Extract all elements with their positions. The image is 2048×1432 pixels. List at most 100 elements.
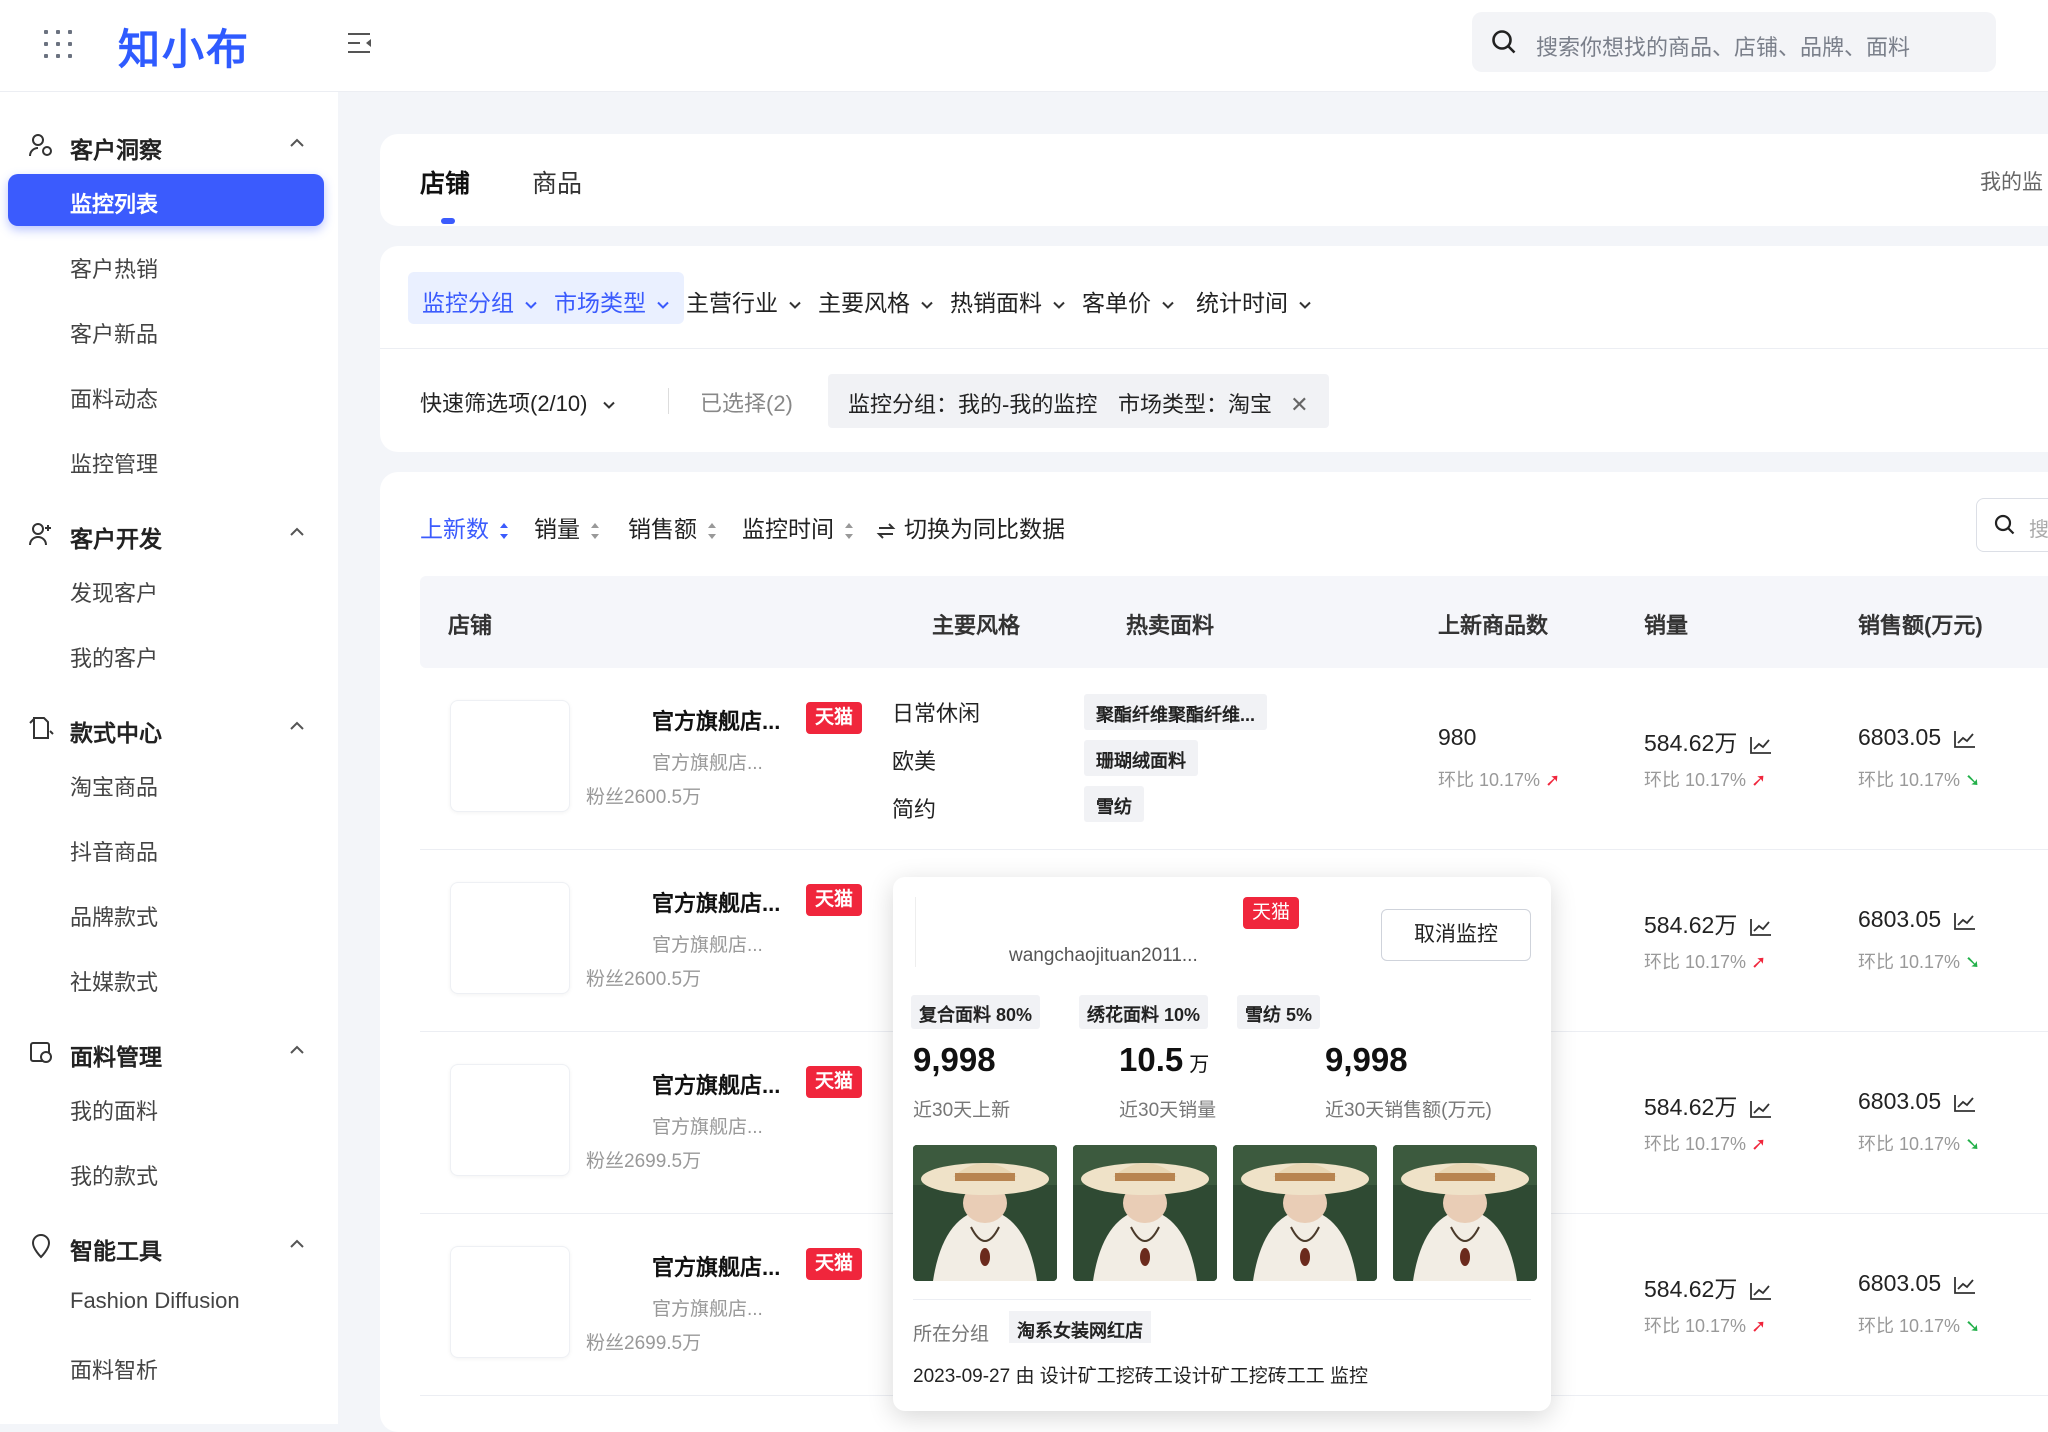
revenue-change: 环比 10.17% ➘ (1858, 766, 1980, 792)
shop-name[interactable]: 官方旗舰店... (652, 886, 780, 918)
sort-arrows-icon (708, 522, 716, 539)
change-label: 环比 10.17% (1644, 770, 1747, 790)
switch-yoy-button[interactable]: 切换为同比数据 (876, 510, 1065, 544)
filter-dropdown[interactable]: 客单价 (1068, 272, 1189, 324)
sidebar-item[interactable]: 淘宝商品 (8, 757, 324, 809)
revenue-number: 6803.05 (1858, 1270, 1942, 1296)
sidebar-item[interactable]: 我的面料 (8, 1081, 324, 1133)
shop-name[interactable]: 官方旗舰店... (652, 1068, 780, 1100)
close-icon[interactable]: ✕ (1290, 392, 1308, 417)
sidebar-group[interactable]: 面料管理 (0, 1023, 338, 1079)
shop-subtitle: 官方旗舰店... (652, 753, 763, 774)
arrow-up-icon: ➚ (1746, 770, 1767, 790)
cancel-monitor-button[interactable]: 取消监控 (1381, 909, 1531, 961)
sidebar-item[interactable]: 客户热销 (8, 239, 324, 291)
sidebar-item-label: 面料动态 (70, 387, 159, 412)
change-label: 环比 10.17% (1858, 770, 1961, 790)
sidebar-group[interactable]: 客户洞察 (0, 116, 338, 172)
trend-chart-icon[interactable] (1953, 729, 1977, 749)
sidebar-item[interactable]: 客户新品 (8, 304, 324, 356)
trend-chart-icon[interactable] (1749, 1099, 1773, 1119)
sidebar-item[interactable]: 我的款式 (8, 1146, 324, 1198)
sidebar-item[interactable]: 我的客户 (8, 628, 324, 680)
quick-filter-dropdown[interactable]: 快速筛选项(2/10) (420, 386, 616, 418)
group-label: 所在分组 (913, 1324, 990, 1345)
tab-products[interactable]: 商品 (532, 164, 582, 200)
sort-option[interactable]: 上新数 (420, 510, 511, 544)
sidebar-item[interactable]: 监控管理 (8, 434, 324, 486)
filter-dropdown[interactable]: 热销面料 (936, 272, 1080, 324)
sidebar-item[interactable]: 品牌款式 (8, 887, 324, 939)
sales-number: 584.62万 (1644, 1276, 1738, 1302)
product-image[interactable] (1073, 1145, 1217, 1281)
shop-subtitle: 官方旗舰店... (652, 935, 763, 956)
sidebar-item[interactable]: 社媒款式 (8, 952, 324, 1004)
chevron-down-icon (657, 301, 669, 309)
sidebar-group[interactable]: 智能工具 (0, 1217, 338, 1273)
sidebar-group-label: 面料管理 (70, 1044, 162, 1070)
sidebar-item[interactable]: 监控列表 (8, 174, 324, 226)
revenue-value: 6803.05 (1858, 1088, 1977, 1115)
col-revenue: 销售额(万元) (1858, 613, 1983, 638)
filter-dropdown[interactable]: 主营行业 (672, 272, 816, 324)
filter-dropdown-label: 市场类型 (554, 290, 646, 316)
tmall-badge: 天猫 (806, 1066, 862, 1098)
filter-dropdown[interactable]: 市场类型 (540, 272, 684, 324)
sidebar-item[interactable]: 面料动态 (8, 369, 324, 421)
sidebar-item[interactable]: Fashion Diffusion (8, 1275, 324, 1327)
search-icon (1492, 30, 1516, 54)
product-image[interactable] (1233, 1145, 1377, 1281)
active-tab-indicator (441, 218, 455, 224)
table-row[interactable]: 官方旗舰店... 天猫 官方旗舰店... 粉丝2600.5万 日常休闲 欧美 简约 聚酯纤维聚… (420, 668, 2048, 850)
global-search-input[interactable]: 搜索你想找的商品、店铺、品牌、面料 (1472, 12, 1996, 72)
filter-dropdown-label: 主营行业 (686, 290, 778, 316)
my-monitor-link[interactable]: 我的监 (1980, 166, 2043, 196)
revenue-value: 6803.05 (1858, 724, 1977, 751)
fans-count: 粉丝2699.5万 (586, 1151, 702, 1172)
sidebar-group-label: 客户洞察 (70, 137, 162, 163)
sort-arrows-icon (845, 522, 853, 539)
filter-dropdown-label: 热销面料 (950, 290, 1042, 316)
sidebar-item[interactable]: 面料智析 (8, 1340, 324, 1392)
chevron-up-icon (290, 1045, 304, 1054)
sidebar-item[interactable]: 抖音商品 (8, 822, 324, 874)
trend-chart-icon[interactable] (1749, 917, 1773, 937)
sidebar-item[interactable]: 发现客户 (8, 563, 324, 615)
swap-icon (876, 523, 896, 539)
sidebar-item-label: 面料智析 (70, 1358, 159, 1383)
revenue-change: 环比 10.17% ➘ (1858, 948, 1980, 974)
filter-dropdown[interactable]: 监控分组 (408, 272, 552, 324)
tmall-badge: 天猫 (806, 702, 862, 734)
product-image[interactable] (913, 1145, 1057, 1281)
shop-detail-popup: 天猫 wangchaojituan2011... 取消监控 复合面料 80% 绣… (893, 877, 1551, 1411)
sort-option[interactable]: 销量 (534, 510, 602, 544)
trend-chart-icon[interactable] (1953, 1275, 1977, 1295)
revenue-number: 6803.05 (1858, 906, 1942, 932)
sales-number: 584.62万 (1644, 1094, 1738, 1120)
sidebar-group[interactable]: 款式中心 (0, 699, 338, 755)
filter-dropdown[interactable]: 统计时间 (1182, 272, 1326, 324)
revenue-value: 6803.05 (1858, 1270, 1977, 1297)
sidebar-item-label: 客户新品 (70, 322, 159, 347)
trend-chart-icon[interactable] (1749, 735, 1773, 755)
sidebar-group[interactable]: 客户开发 (0, 505, 338, 561)
sort-option[interactable]: 监控时间 (742, 510, 856, 544)
product-image[interactable] (1393, 1145, 1537, 1281)
sort-option[interactable]: 销售额 (628, 510, 719, 544)
filter-dropdown-label: 主要风格 (818, 290, 910, 316)
collapse-menu-icon[interactable] (345, 28, 375, 58)
filter-dropdown[interactable]: 主要风格 (804, 272, 948, 324)
sidebar-group-label: 智能工具 (70, 1238, 162, 1264)
shop-subtitle: 官方旗舰店... (652, 1299, 763, 1320)
trend-chart-icon[interactable] (1953, 1093, 1977, 1113)
trend-chart-icon[interactable] (1749, 1281, 1773, 1301)
revenue-value: 6803.05 (1858, 906, 1977, 933)
fabric-tag: 聚酯纤维聚酯纤维... (1084, 694, 1268, 730)
tab-shops[interactable]: 店铺 (420, 164, 470, 200)
shop-name[interactable]: 官方旗舰店... (652, 1250, 780, 1282)
table-search-input[interactable]: 搜 (1976, 498, 2048, 552)
app-grid-icon[interactable] (44, 30, 74, 60)
trend-chart-icon[interactable] (1953, 911, 1977, 931)
chevron-up-icon (290, 527, 304, 536)
shop-name[interactable]: 官方旗舰店... (652, 704, 780, 736)
